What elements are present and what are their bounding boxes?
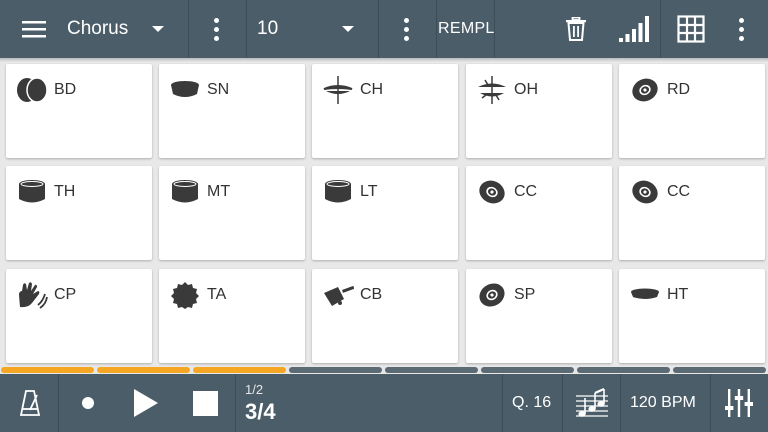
drum-pad-bd[interactable]: BD	[6, 64, 152, 158]
signal-icon[interactable]	[619, 0, 649, 58]
drum-pad-label: MT	[207, 183, 231, 200]
drum-pad-rd[interactable]: RD	[619, 64, 765, 158]
progress-segment	[481, 367, 574, 373]
more-vert-icon[interactable]	[738, 0, 744, 58]
clap-icon	[16, 281, 48, 309]
more-vert-icon[interactable]	[213, 0, 219, 58]
drum-pad-label: OH	[514, 81, 538, 98]
drum-pad-label: LT	[360, 183, 378, 200]
drum-pad-ta[interactable]: TA	[159, 269, 305, 363]
drum-pad-label: TA	[207, 286, 227, 303]
progress-segment	[193, 367, 286, 373]
drum-pad-ch[interactable]: CH	[312, 64, 458, 158]
crash-cymbal-icon	[629, 178, 661, 206]
drum-pad-th[interactable]: TH	[6, 166, 152, 260]
drum-pad-cb[interactable]: CB	[312, 269, 458, 363]
metronome-icon[interactable]	[14, 374, 46, 432]
drum-pad-label: RD	[667, 81, 691, 98]
drum-pad-sp[interactable]: SP	[466, 269, 612, 363]
progress-segment	[97, 367, 190, 373]
drum-pad-cc[interactable]: CC	[619, 166, 765, 260]
snare-icon	[169, 76, 201, 104]
tambourine-icon	[169, 281, 201, 309]
drum-pad-grid: BD SN CH OH RD TH MT LT CC CC CP TA CB SP HT	[0, 62, 768, 363]
drum-pad-ht[interactable]: HT	[619, 269, 765, 363]
transport-bar: 1/2 3/4 Q. 16 120 BPM	[0, 374, 768, 432]
open-hihat-icon	[476, 76, 508, 104]
progress-segment	[385, 367, 478, 373]
tom-icon	[169, 178, 201, 206]
record-icon[interactable]	[78, 374, 98, 432]
drum-pad-label: CB	[360, 286, 383, 303]
ride-cymbal-icon	[629, 76, 661, 104]
drum-pad-label: TH	[54, 183, 76, 200]
beat-position: 3/4	[245, 398, 276, 424]
drum-pad-cc[interactable]: CC	[466, 166, 612, 260]
drum-pad-label: SP	[514, 286, 536, 303]
notes-icon[interactable]	[575, 374, 609, 432]
progress-segment	[577, 367, 670, 373]
drum-pad-mt[interactable]: MT	[159, 166, 305, 260]
cowbell-icon	[322, 281, 355, 309]
grid-icon[interactable]	[677, 0, 705, 58]
drum-pad-label: CH	[360, 81, 384, 98]
tom-icon	[322, 178, 354, 206]
drum-pad-lt[interactable]: LT	[312, 166, 458, 260]
play-icon[interactable]	[132, 374, 160, 432]
menu-icon[interactable]	[22, 0, 46, 58]
tempo-button[interactable]: 120 BPM	[630, 374, 696, 432]
more-vert-icon[interactable]	[403, 0, 409, 58]
drum-pad-label: CP	[54, 286, 77, 303]
mixer-icon[interactable]	[724, 374, 754, 432]
drum-pad-sn[interactable]: SN	[159, 64, 305, 158]
pattern-progress	[0, 366, 768, 374]
drum-pad-label: BD	[54, 81, 77, 98]
high-tom-icon	[629, 281, 661, 309]
drum-pad-label: SN	[207, 81, 230, 98]
drum-pad-label: HT	[667, 286, 689, 303]
bar-counter: 1/2 3/4	[245, 374, 276, 432]
tom-icon	[16, 178, 48, 206]
drum-pad-oh[interactable]: OH	[466, 64, 612, 158]
progress-segment	[1, 367, 94, 373]
bar-fraction: 1/2	[245, 381, 264, 397]
drum-pad-label: CC	[514, 183, 538, 200]
trash-icon[interactable]	[565, 0, 587, 58]
chevron-down-icon[interactable]	[152, 0, 164, 58]
drum-pad-label: CC	[667, 183, 691, 200]
closed-hihat-icon	[322, 76, 354, 104]
progress-segment	[673, 367, 766, 373]
progress-segment	[289, 367, 382, 373]
bass-drum-icon	[16, 76, 48, 104]
pattern-selector[interactable]: Chorus	[67, 0, 128, 58]
steps-selector[interactable]: 10	[257, 0, 278, 58]
top-toolbar: Chorus 10 REMPL	[0, 0, 768, 58]
replace-button[interactable]: REMPL	[438, 0, 495, 58]
splash-cymbal-icon	[476, 281, 508, 309]
stop-icon[interactable]	[191, 374, 219, 432]
drum-pad-cp[interactable]: CP	[6, 269, 152, 363]
chevron-down-icon[interactable]	[342, 0, 354, 58]
quantize-button[interactable]: Q. 16	[512, 374, 551, 432]
crash-cymbal-icon	[476, 178, 508, 206]
